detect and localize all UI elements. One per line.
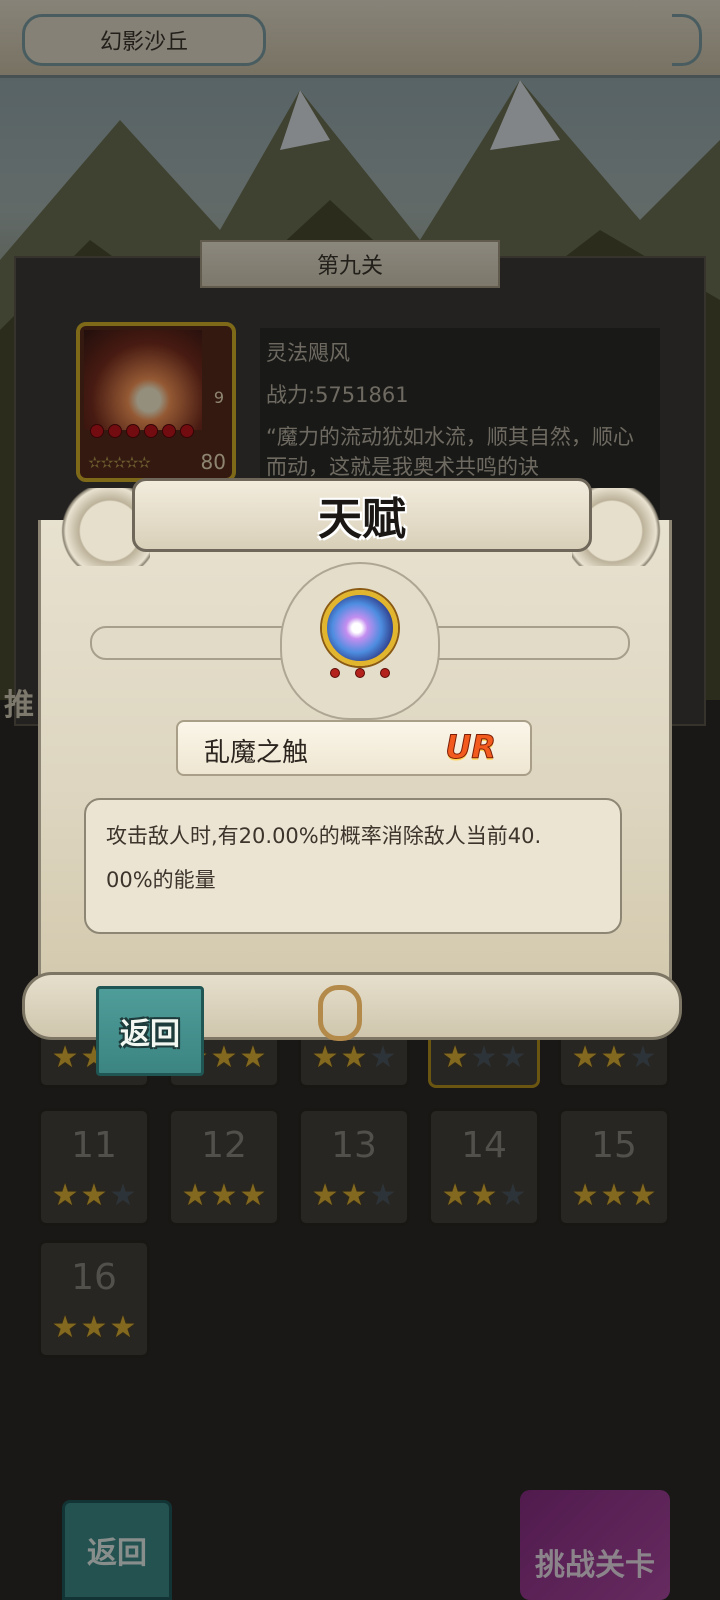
rarity-badge: UR <box>445 728 497 767</box>
scroll-title-roll: 天赋 <box>132 478 592 552</box>
emblem-jewels <box>330 668 390 682</box>
talent-description-line: 00%的能量 <box>106 868 216 892</box>
jewel <box>355 668 365 678</box>
popup-back-label: 返回 <box>120 1017 180 1052</box>
jewel <box>380 668 390 678</box>
jewel <box>330 668 340 678</box>
talent-emblem <box>90 562 630 722</box>
popup-title: 天赋 <box>318 494 406 545</box>
talent-name: 乱魔之触 <box>204 738 309 768</box>
talent-name-box: 乱魔之触 UR <box>176 720 532 776</box>
talent-description-box: 攻击敌人时,有20.00%的概率消除敌人当前40. 00%的能量 <box>84 798 622 934</box>
talent-icon <box>322 590 398 666</box>
scroll-tie-ribbon <box>318 985 362 1041</box>
popup-back-button[interactable]: 返回 <box>96 986 204 1076</box>
talent-description-line: 攻击敌人时,有20.00%的概率消除敌人当前40. <box>106 824 542 848</box>
